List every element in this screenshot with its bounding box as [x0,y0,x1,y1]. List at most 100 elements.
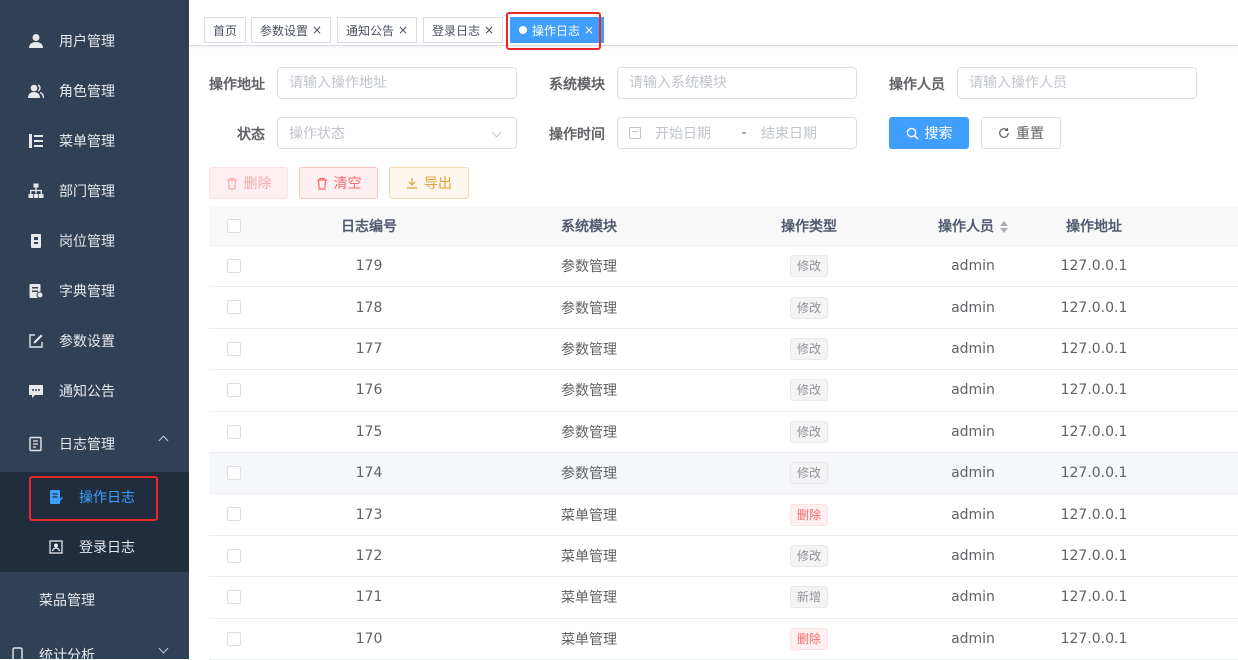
close-icon[interactable]: × [398,23,408,37]
table-row[interactable]: 178 参数管理 修改 admin 127.0.0.1 [209,287,1238,329]
delete-button[interactable]: 删除 [209,167,288,199]
tab-notice[interactable]: 通知公告 × [337,17,418,43]
sidebar-item-logininfor[interactable]: 登录日志 [0,522,189,572]
row-checkbox[interactable] [227,424,241,439]
row-checkbox[interactable] [227,465,241,480]
clean-button[interactable]: 清空 [299,167,378,199]
delete-icon [226,177,237,190]
oper-name-field[interactable] [969,75,1185,91]
table-row[interactable]: 173 菜单管理 删除 admin 127.0.0.1 [209,494,1238,536]
sidebar-item-label: 操作日志 [79,490,135,506]
row-checkbox[interactable] [227,259,241,273]
message-icon [29,385,43,398]
row-checkbox[interactable] [227,383,241,398]
sidebar-item-statistics[interactable]: 统计分析 [0,630,189,659]
tab-config[interactable]: 参数设置 × [251,17,332,43]
cell-title: 参数管理 [561,259,617,276]
operlog-table: 日志编号 系统模块 操作类型 操作人员 操作地址 179 参数管理 修改 admin 1… [209,206,1238,660]
oper-ip-input[interactable] [277,67,517,99]
logininfor-icon [49,540,63,554]
sidebar-item-label: 通知公告 [59,384,115,400]
sidebar-item-notice[interactable]: 通知公告 [0,366,189,416]
sidebar-item-config[interactable]: 参数设置 [0,316,189,366]
table-row[interactable]: 177 参数管理 修改 admin 127.0.0.1 [209,329,1238,371]
search-icon [906,127,919,140]
business-type-badge: 修改 [789,544,828,567]
cell-oper-ip: 127.0.0.1 [1060,465,1128,482]
cell-oper-ip: 127.0.0.1 [1060,547,1128,564]
cell-oper-id: 175 [355,423,383,440]
row-checkbox[interactable] [227,590,241,605]
post-icon [31,234,41,248]
peoples-icon [28,84,44,99]
cell-title: 参数管理 [561,466,617,483]
sidebar-item-label: 参数设置 [59,334,115,350]
close-icon[interactable]: × [484,23,494,37]
cell-oper-id: 173 [355,506,383,523]
date-range-picker[interactable]: 开始日期 - 结束日期 [617,117,857,149]
cell-oper-id: 170 [355,630,383,647]
table-row[interactable]: 171 菜单管理 新增 admin 127.0.0.1 [209,577,1238,619]
sidebar-item-label: 角色管理 [59,84,115,100]
table-row[interactable]: 174 参数管理 修改 admin 127.0.0.1 [209,452,1238,495]
table-row[interactable]: 170 菜单管理 删除 admin 127.0.0.1 [209,619,1238,660]
search-button[interactable]: 搜索 [889,117,969,149]
cell-oper-ip: 127.0.0.1 [1060,630,1128,647]
export-button[interactable]: 导出 [389,167,469,199]
cell-oper-ip: 127.0.0.1 [1060,589,1128,606]
table-row[interactable]: 176 参数管理 修改 admin 127.0.0.1 [209,370,1238,412]
end-date-placeholder[interactable]: 结束日期 [761,123,817,143]
sidebar-item-dish[interactable]: 菜品管理 [0,575,189,625]
chevron-down-icon [491,127,502,138]
sidebar-item-post[interactable]: 岗位管理 [0,216,189,266]
sidebar-item-log[interactable]: 日志管理 [0,419,189,469]
row-checkbox[interactable] [227,300,241,315]
row-checkbox[interactable] [227,631,241,646]
select-all-checkbox[interactable] [227,219,241,233]
delete-icon [316,177,327,190]
status-select[interactable]: 操作状态 [277,117,517,149]
tab-label: 首页 [213,23,238,38]
sidebar-item-role[interactable]: 角色管理 [0,66,189,116]
time-label: 操作时间 [549,127,605,143]
sidebar-item-user[interactable]: 用户管理 [0,16,189,66]
sidebar-item-dept[interactable]: 部门管理 [0,166,189,216]
cell-oper-id: 174 [355,465,383,482]
sidebar-item-operlog[interactable]: 操作日志 [0,472,189,522]
cell-title: 参数管理 [561,341,617,358]
col-header-oper-ip: 操作地址 [1066,218,1122,235]
cell-oper-ip: 127.0.0.1 [1060,299,1128,316]
reset-button[interactable]: 重置 [981,117,1061,149]
table-row[interactable]: 179 参数管理 修改 admin 127.0.0.1 [209,246,1238,288]
download-icon [407,178,417,189]
table-row[interactable]: 175 参数管理 修改 admin 127.0.0.1 [209,412,1238,453]
sidebar-item-label: 菜品管理 [39,593,95,609]
title-field[interactable] [629,75,845,91]
oper-ip-label: 操作地址 [209,77,265,93]
close-icon[interactable]: × [584,23,594,37]
row-checkbox[interactable] [227,548,241,563]
oper-name-input[interactable] [957,67,1197,99]
sidebar-item-dict[interactable]: 字典管理 [0,266,189,316]
tab-label: 通知公告 [346,23,395,38]
row-checkbox[interactable] [227,341,241,356]
cell-oper-id: 171 [355,589,383,606]
business-type-badge: 删除 [789,627,828,650]
close-icon[interactable]: × [312,23,322,37]
sidebar-item-menu[interactable]: 菜单管理 [0,116,189,166]
title-input[interactable] [617,67,857,99]
cell-oper-ip: 127.0.0.1 [1060,423,1128,440]
table-row[interactable]: 172 菜单管理 修改 admin 127.0.0.1 [209,536,1238,578]
chevron-down-icon [158,643,169,654]
tab-logininfor[interactable]: 登录日志 × [423,17,504,43]
cell-title: 菜单管理 [561,631,617,648]
form-icon [50,490,63,504]
oper-ip-field[interactable] [289,75,505,91]
tab-home[interactable]: 首页 [204,17,247,43]
start-date-placeholder[interactable]: 开始日期 [655,123,727,143]
col-header-oper-name-label: 操作人员 [938,218,994,235]
tab-operlog[interactable]: 操作日志 × [510,17,604,43]
status-placeholder: 操作状态 [289,126,345,142]
cell-oper-ip: 127.0.0.1 [1060,258,1128,275]
row-checkbox[interactable] [227,507,241,522]
